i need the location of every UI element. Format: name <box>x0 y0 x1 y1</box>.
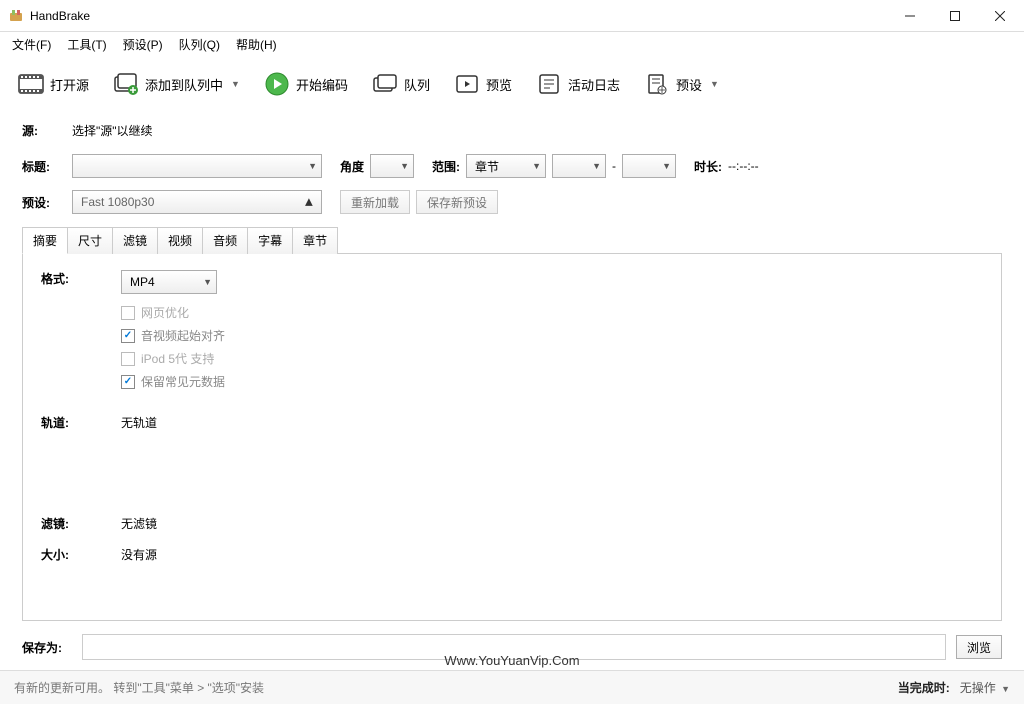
tab-subtitles[interactable]: 字幕 <box>247 227 293 254</box>
tab-filters[interactable]: 滤镜 <box>112 227 158 254</box>
duration-value: --:--:-- <box>728 159 759 173</box>
tab-summary[interactable]: 摘要 <box>22 227 68 254</box>
minimize-button[interactable] <box>887 1 932 31</box>
done-label: 当完成时: <box>898 679 950 696</box>
add-queue-icon <box>113 71 139 97</box>
menu-file[interactable]: 文件(F) <box>4 33 59 56</box>
menu-tools[interactable]: 工具(T) <box>59 33 114 56</box>
browse-button[interactable]: 浏览 <box>956 635 1002 659</box>
check-ipod[interactable]: iPod 5代 支持 <box>121 350 225 367</box>
format-combo[interactable]: MP4▼ <box>121 270 217 294</box>
preset-label: 预设: <box>22 194 72 211</box>
source-label: 源: <box>22 122 72 139</box>
format-label: 格式: <box>41 270 121 294</box>
tab-chapters[interactable]: 章节 <box>292 227 338 254</box>
play-icon <box>264 71 290 97</box>
log-icon <box>536 71 562 97</box>
close-button[interactable] <box>977 1 1022 31</box>
toolbar-queue[interactable]: 队列 <box>364 67 438 101</box>
menu-presets[interactable]: 预设(P) <box>115 33 171 56</box>
done-action-dropdown[interactable]: 无操作 ▼ <box>960 679 1010 696</box>
tab-dimensions[interactable]: 尺寸 <box>67 227 113 254</box>
range-start-combo[interactable]: ▼ <box>552 154 606 178</box>
source-value: 选择"源"以继续 <box>72 122 153 139</box>
tab-video[interactable]: 视频 <box>157 227 203 254</box>
menu-queue[interactable]: 队列(Q) <box>171 33 228 56</box>
tracks-value: 无轨道 <box>121 414 157 431</box>
angle-label: 角度 <box>340 158 364 175</box>
preset-combo[interactable]: Fast 1080p30▶ <box>72 190 322 214</box>
angle-combo[interactable]: ▼ <box>370 154 414 178</box>
maximize-button[interactable] <box>932 1 977 31</box>
duration-label: 时长: <box>694 158 722 175</box>
filters-label: 滤镜: <box>41 515 121 532</box>
menu-help[interactable]: 帮助(H) <box>228 33 285 56</box>
tab-audio[interactable]: 音频 <box>202 227 248 254</box>
toolbar-add-queue[interactable]: 添加到队列中 ▼ <box>105 67 248 101</box>
tracks-label: 轨道: <box>41 414 121 431</box>
presets-icon <box>644 71 670 97</box>
watermark: Www.YouYuanVip.Com <box>444 653 579 668</box>
range-end-combo[interactable]: ▼ <box>622 154 676 178</box>
range-label: 范围: <box>432 158 460 175</box>
range-type-combo[interactable]: 章节▼ <box>466 154 546 178</box>
toolbar-activity-log[interactable]: 活动日志 <box>528 67 628 101</box>
check-av-start[interactable]: 音视频起始对齐 <box>121 327 225 344</box>
chevron-down-icon: ▼ <box>710 79 719 89</box>
size-value: 没有源 <box>121 546 157 563</box>
check-metadata[interactable]: 保留常见元数据 <box>121 373 225 390</box>
chevron-down-icon: ▼ <box>231 79 240 89</box>
title-label: 标题: <box>22 158 72 175</box>
saveas-label: 保存为: <box>22 639 72 656</box>
toolbar-start-encode[interactable]: 开始编码 <box>256 67 356 101</box>
film-icon <box>18 71 44 97</box>
size-label: 大小: <box>41 546 121 563</box>
range-sep: - <box>606 159 622 173</box>
toolbar-preview[interactable]: 预览 <box>446 67 520 101</box>
toolbar-open-source[interactable]: 打开源 <box>10 67 97 101</box>
queue-icon <box>372 71 398 97</box>
tab-panel-summary: 格式: MP4▼ 网页优化 音视频起始对齐 iPod 5代 支持 保留常见元数据… <box>22 253 1002 621</box>
app-title: HandBrake <box>30 9 887 23</box>
app-icon <box>8 8 24 24</box>
title-combo[interactable]: ▼ <box>72 154 322 178</box>
status-update-text: 有新的更新可用。 转到"工具"菜单 > "选项"安装 <box>14 679 264 696</box>
toolbar-presets[interactable]: 预设 ▼ <box>636 67 727 101</box>
save-preset-button[interactable]: 保存新预设 <box>416 190 498 214</box>
filters-value: 无滤镜 <box>121 515 157 532</box>
preview-icon <box>454 71 480 97</box>
check-web-optimized[interactable]: 网页优化 <box>121 304 225 321</box>
reload-button[interactable]: 重新加载 <box>340 190 410 214</box>
